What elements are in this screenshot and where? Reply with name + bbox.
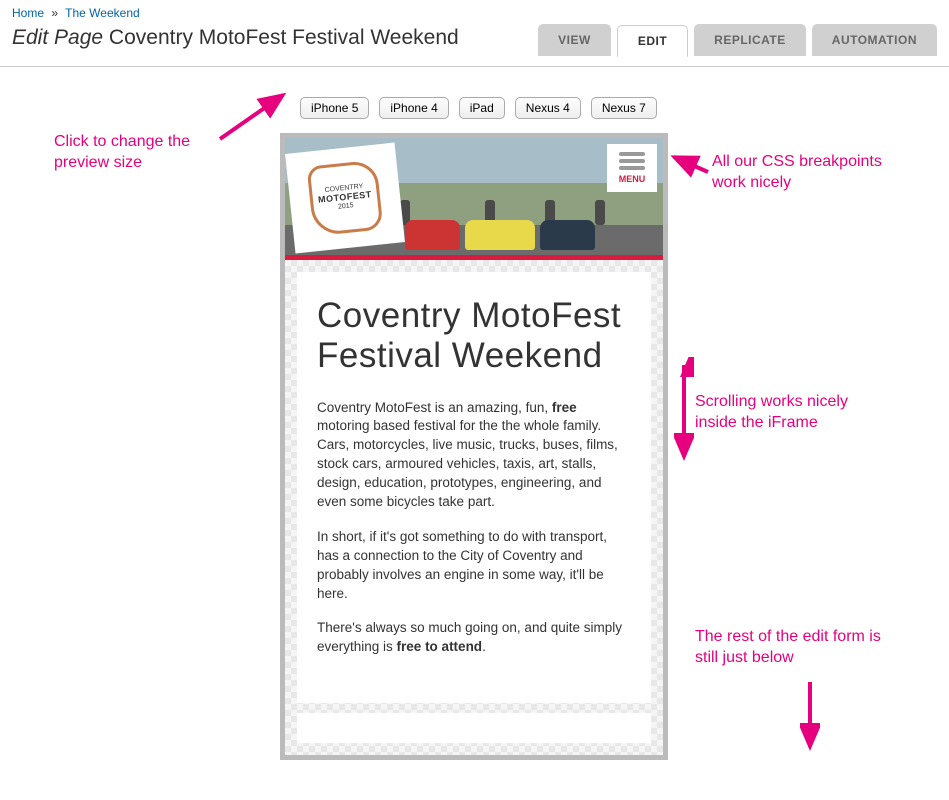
- arrow-down-icon: [800, 677, 820, 757]
- tab-view[interactable]: VIEW: [538, 24, 611, 56]
- content-body: Coventry MotoFest is an amazing, fun, fr…: [317, 399, 631, 658]
- breadcrumb: Home » The Weekend: [0, 0, 949, 24]
- annotation-edit-form: The rest of the edit form is still just …: [695, 627, 905, 669]
- menu-button[interactable]: MENU: [607, 144, 657, 192]
- hero-banner: COVENTRY MOTOFEST 2015 MENU: [285, 138, 663, 260]
- page-title: Edit Page Coventry MotoFest Festival Wee…: [12, 24, 459, 50]
- page-title-text: Coventry MotoFest Festival Weekend: [109, 26, 459, 49]
- content-title: Coventry MotoFest Festival Weekend: [317, 296, 631, 377]
- double-arrow-icon: [674, 357, 694, 467]
- arrow-icon: [668, 147, 713, 182]
- preview-iframe[interactable]: COVENTRY MOTOFEST 2015 MENU Coventry Mot…: [280, 133, 668, 760]
- breadcrumb-weekend[interactable]: The Weekend: [65, 6, 140, 20]
- hamburger-icon: [619, 152, 645, 170]
- tab-replicate[interactable]: REPLICATE: [694, 24, 806, 56]
- breadcrumb-separator: »: [51, 6, 58, 20]
- device-nexus4[interactable]: Nexus 4: [515, 97, 581, 119]
- tab-edit[interactable]: EDIT: [617, 25, 688, 57]
- device-ipad[interactable]: iPad: [459, 97, 505, 119]
- device-nexus7[interactable]: Nexus 7: [591, 97, 657, 119]
- tab-automation[interactable]: AUTOMATION: [812, 24, 937, 56]
- arrow-icon: [215, 87, 295, 147]
- logo-badge: COVENTRY MOTOFEST 2015: [285, 143, 405, 254]
- annotation-breakpoints: All our CSS breakpoints work nicely: [712, 152, 912, 194]
- annotation-preview-size: Click to change the preview size: [54, 132, 224, 174]
- device-iphone5[interactable]: iPhone 5: [300, 97, 369, 119]
- breadcrumb-home[interactable]: Home: [12, 6, 44, 20]
- page-title-prefix: Edit Page: [12, 26, 103, 49]
- device-size-bar: iPhone 5 iPhone 4 iPad Nexus 4 Nexus 7: [0, 97, 949, 119]
- menu-label: MENU: [619, 174, 646, 184]
- tab-bar: VIEW EDIT REPLICATE AUTOMATION: [538, 24, 937, 56]
- content-card: Coventry MotoFest Festival Weekend Coven…: [297, 272, 651, 703]
- annotation-scrolling: Scrolling works nicely inside the iFrame: [695, 392, 885, 434]
- device-iphone4[interactable]: iPhone 4: [379, 97, 448, 119]
